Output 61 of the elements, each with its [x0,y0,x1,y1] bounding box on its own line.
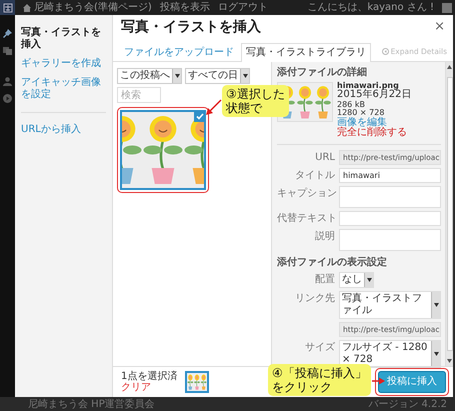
field-label: リンク先 [294,292,335,306]
scroll-up-icon[interactable] [447,65,452,69]
section-heading: 添付ファイルの詳細 [277,67,368,79]
play-icon[interactable] [3,94,12,103]
callout-note: ④「投稿に挿入」 をクリック [268,364,371,396]
select-dropdown[interactable]: 写真・イラストファイル [339,291,441,320]
version-text: バージョン 4.2.2 [368,398,447,411]
avatar-icon[interactable] [442,2,452,12]
scroll-down-icon[interactable] [447,359,452,363]
home-icon[interactable] [23,4,31,12]
filter-dropdown[interactable]: この投稿へ [117,68,182,84]
field-label: 代替テキスト [277,212,335,226]
caret-icon [366,278,372,282]
pointer-arrow [372,378,385,384]
scrollbar[interactable] [445,62,453,366]
field-label: タイトル [294,168,335,182]
menu-item[interactable]: アイキャッチ画像を設定 [21,77,106,101]
file-date: 2015年6月22日 [337,90,412,100]
field-label: 説明 [314,230,335,244]
caret-icon [434,303,438,308]
greeting-text[interactable]: こんにちは、kayano さん ! [307,0,434,15]
caret-icon [174,74,180,78]
field-label: サイズ [304,341,335,354]
callout-note: ③選択した 状態で [222,85,289,117]
selected-thumbnail[interactable] [185,371,210,393]
check-icon[interactable] [194,110,206,122]
admin-bar-link[interactable]: 投稿を表示 [160,0,210,15]
select-dropdown[interactable]: なし [339,272,374,288]
media-icon[interactable] [3,46,12,55]
search-field[interactable]: 検索 [117,87,161,103]
tab[interactable]: 写真・イラストライブラリ [241,43,371,62]
footer-text: 尼崎まちう会 HP運営委員会 [28,398,155,411]
text-field[interactable] [339,211,441,226]
field-label: 配置 [314,272,335,286]
section-heading: 添付ファイルの表示設定 [277,257,388,270]
menu-item[interactable]: 写真・イラストを挿入 [21,27,106,51]
caret-icon [434,352,438,356]
selection-count: 1点を選択済 [121,370,178,382]
field-label: キャプション [277,186,335,200]
select-dropdown[interactable]: フルサイズ - 1280 × 728 [339,340,441,368]
file-name: himawari.png [337,82,399,90]
modal-title: 写真・イラストを挿入 [121,18,261,36]
pointer-arrow [206,99,222,115]
menu-item[interactable]: URLから挿入 [21,124,106,136]
file-size: 286 kB [337,100,366,109]
user-icon[interactable] [3,77,12,86]
pin-icon[interactable] [3,29,12,38]
clear-link[interactable]: クリア [121,382,178,394]
tab[interactable]: ファイルをアップロード [119,43,239,62]
close-button[interactable]: × [434,19,445,35]
caret-icon [242,74,248,78]
image-dimensions: 1280 × 728 [337,109,384,118]
delete-link[interactable]: 完全に削除する [337,128,412,139]
filter-dropdown[interactable]: すべての日 [185,68,250,84]
menu-item[interactable]: ギャラリーを作成 [21,58,106,70]
admin-bar-link[interactable]: ログアウト [218,0,268,15]
site-link[interactable]: 尼崎まちう会(準備ページ) [34,0,152,15]
back-arrow-icon [382,48,389,55]
text-field[interactable]: himawari [339,168,441,184]
site-logo-icon[interactable] [0,0,15,15]
field-label: URL [314,150,335,164]
